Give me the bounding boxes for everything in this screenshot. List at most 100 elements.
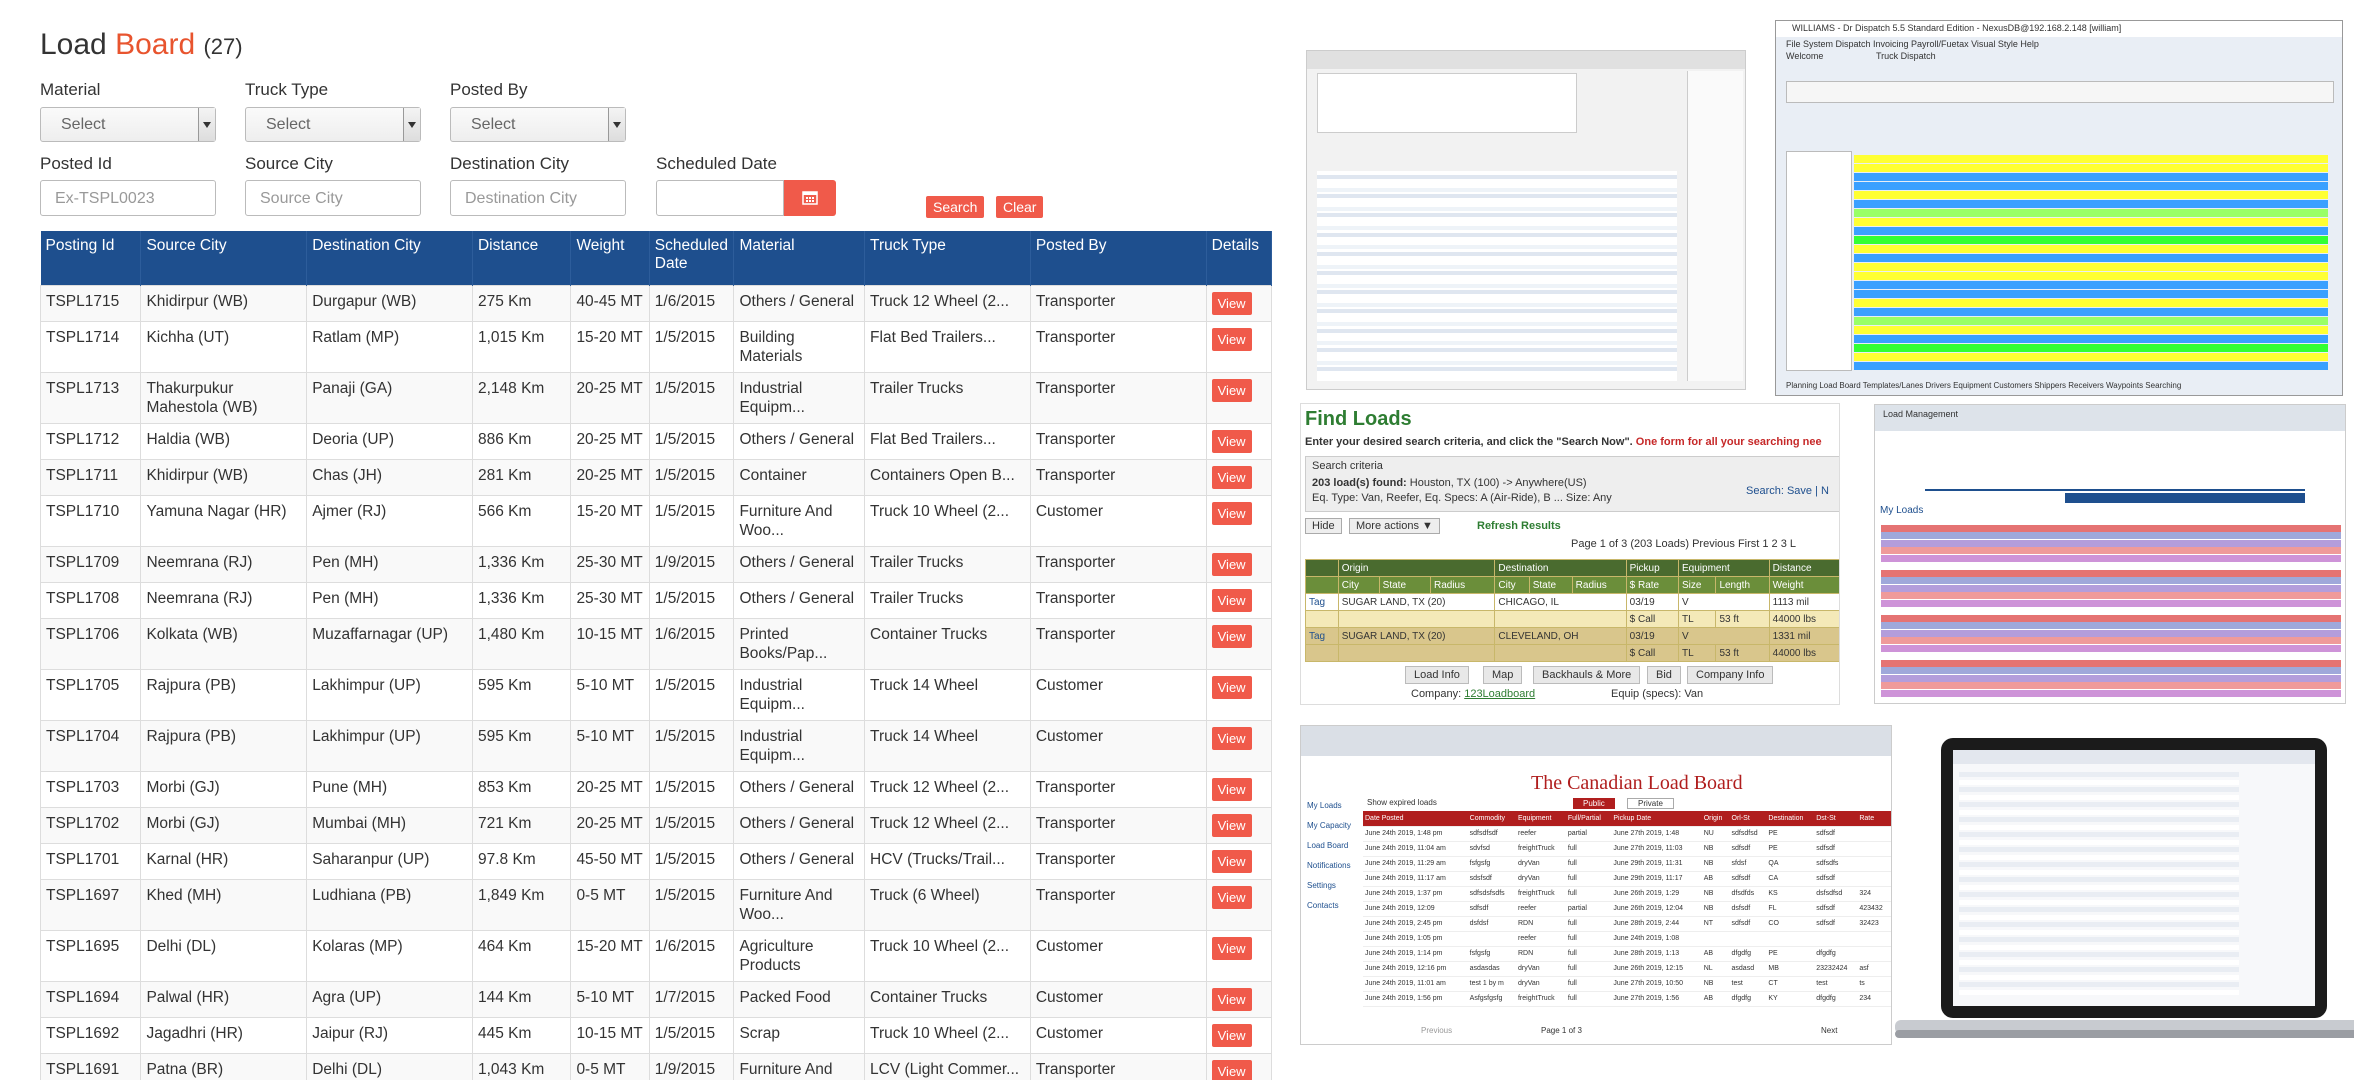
table-row[interactable]: June 24th 2019, 11:29 am fsfgsfg dryVan ful… xyxy=(1363,856,1891,872)
clear-button[interactable]: Clear xyxy=(996,196,1044,218)
table-row[interactable]: June 24th 2019, 11:04 am sdvfsd freightTru… xyxy=(1363,841,1891,857)
table-cell: Morbi (GJ) xyxy=(140,770,308,808)
table-row[interactable]: Tag SUGAR LAND, TX (20) CLEVELAND, OH 03… xyxy=(1305,627,1839,645)
view-button[interactable]: View xyxy=(1211,813,1252,837)
table-cell: Customer xyxy=(1029,980,1207,1018)
view-button[interactable]: View xyxy=(1211,987,1252,1011)
tab-bid[interactable]: Bid xyxy=(1647,666,1681,684)
view-button[interactable]: View xyxy=(1211,849,1252,873)
table-cell: June 28th 2019, 2:44 xyxy=(1611,916,1702,932)
pagination[interactable]: Page 1 of 3 (203 Loads) Previous First 1… xyxy=(1571,538,1796,550)
table-cell: June 24th 2019, 1:56 pm xyxy=(1363,991,1468,1007)
more-actions-button[interactable]: More actions ▼ xyxy=(1349,518,1440,534)
table-cell: Others / General xyxy=(733,284,866,322)
sidebar-item[interactable]: My Loads xyxy=(1307,796,1357,816)
table-row[interactable]: June 24th 2019, 11:01 am test 1 by m dryVa… xyxy=(1363,976,1891,992)
material-select[interactable]: Select xyxy=(40,107,216,142)
menu-bar[interactable]: File System Dispatch Invoicing Payroll/F… xyxy=(1786,39,2039,49)
view-button[interactable]: View xyxy=(1211,291,1252,315)
table-cell: 5-10 MT xyxy=(570,980,650,1018)
view-button[interactable]: View xyxy=(1211,327,1252,351)
table-cell: 275 Km xyxy=(471,284,572,322)
table-cell: full xyxy=(1565,976,1612,992)
view-button[interactable]: View xyxy=(1211,1059,1252,1080)
previous-button[interactable]: Previous xyxy=(1421,1026,1452,1035)
view-button[interactable]: View xyxy=(1211,429,1252,453)
view-button[interactable]: View xyxy=(1211,378,1252,402)
table-cell: Durgapur (WB) xyxy=(306,284,473,322)
sidebar-item[interactable]: My Capacity xyxy=(1307,816,1357,836)
destination-city-input[interactable]: Destination City xyxy=(450,180,626,216)
mini-row xyxy=(1317,277,1677,282)
column-header: City xyxy=(1494,576,1530,594)
table-cell: Transporter xyxy=(1029,806,1207,844)
tab-load-info[interactable]: Load Info xyxy=(1405,666,1469,684)
expired-loads-checkbox[interactable]: Show expired loads xyxy=(1367,798,1437,807)
scheduled-date-input[interactable] xyxy=(656,180,784,216)
table-row[interactable]: June 24th 2019, 1:05 pm reefer full June 24… xyxy=(1363,931,1891,947)
table-cell: dfgdfg xyxy=(1729,991,1767,1007)
tab-company-info[interactable]: Company Info xyxy=(1687,666,1774,684)
tab-truck-dispatch[interactable]: Truck Dispatch xyxy=(1876,51,1936,61)
browser-tab[interactable]: Load Management xyxy=(1883,409,1958,419)
tag-link[interactable]: Tag xyxy=(1305,593,1339,611)
table-row[interactable]: June 24th 2019, 2:45 pm dsfdsf RDN full June… xyxy=(1363,916,1891,932)
refresh-results-link[interactable]: Refresh Results xyxy=(1477,520,1561,532)
sidebar-item[interactable]: Settings xyxy=(1307,876,1357,896)
site-nav[interactable] xyxy=(2065,493,2305,503)
table-row[interactable]: June 24th 2019, 1:48 pm sdfsdfsdf reefer pa… xyxy=(1363,826,1891,842)
posted-id-input[interactable]: Ex-TSPL0023 xyxy=(40,180,216,216)
truck-type-select[interactable]: Select xyxy=(245,107,421,142)
mini-row xyxy=(1881,599,2341,607)
column-header: Material xyxy=(733,231,866,285)
mini-row xyxy=(1959,899,2239,905)
view-button[interactable]: View xyxy=(1211,885,1252,909)
table-row[interactable]: June 24th 2019, 11:17 am sdsfsdf dryVan ful… xyxy=(1363,871,1891,887)
view-button[interactable]: View xyxy=(1211,726,1252,750)
source-city-input[interactable]: Source City xyxy=(245,180,421,216)
column-header: Dst-St xyxy=(1814,811,1858,827)
table-cell: Container xyxy=(733,458,866,496)
table-row[interactable]: June 24th 2019, 1:56 pm Asfgsfgsfg freight… xyxy=(1363,991,1891,1007)
sidebar-item[interactable]: Notifications xyxy=(1307,856,1357,876)
hide-button[interactable]: Hide xyxy=(1305,518,1342,534)
table-cell: TSPL1709 xyxy=(39,545,142,583)
view-button[interactable]: View xyxy=(1211,675,1252,699)
view-button[interactable]: View xyxy=(1211,777,1252,801)
company-link[interactable]: 123Loadboard xyxy=(1464,688,1535,700)
column-header: Size xyxy=(1678,576,1717,594)
save-search-link[interactable]: Search: Save | N xyxy=(1746,485,1829,497)
next-button[interactable]: Next xyxy=(1821,1026,1837,1035)
table-cell: dfgdfg xyxy=(1814,946,1858,962)
calendar-button[interactable] xyxy=(784,180,836,216)
view-button[interactable]: View xyxy=(1211,465,1252,489)
table-cell: sdfsdfsdf xyxy=(1467,826,1516,842)
posted-by-select[interactable]: Select xyxy=(450,107,626,142)
private-button[interactable]: Private xyxy=(1627,798,1674,809)
view-button[interactable]: View xyxy=(1211,588,1252,612)
table-row[interactable]: Tag SUGAR LAND, TX (20) CHICAGO, IL 03/1… xyxy=(1305,593,1839,611)
view-button[interactable]: View xyxy=(1211,624,1252,648)
sidebar-item[interactable]: Load Board xyxy=(1307,836,1357,856)
view-button[interactable]: View xyxy=(1211,936,1252,960)
tab-backhauls[interactable]: Backhauls & More xyxy=(1533,666,1641,684)
tab-welcome[interactable]: Welcome xyxy=(1786,51,1823,61)
table-cell: KY xyxy=(1766,991,1815,1007)
table-row[interactable]: June 24th 2019, 1:37 pm sdfsdsfsdfs freigh… xyxy=(1363,886,1891,902)
sidebar-item[interactable]: Contacts xyxy=(1307,896,1357,916)
public-button[interactable]: Public xyxy=(1573,798,1615,809)
table-cell: freightTruck xyxy=(1515,886,1566,902)
column-header: Destination xyxy=(1766,811,1815,827)
table-row[interactable]: June 24th 2019, 1:14 pm fsfgsfg RDN full Jun… xyxy=(1363,946,1891,962)
view-button[interactable]: View xyxy=(1211,1023,1252,1047)
tab-map[interactable]: Map xyxy=(1483,666,1523,684)
table-cell: Truck 14 Wheel xyxy=(864,668,1031,721)
bottom-tabs[interactable]: Planning Load Board Templates/Lanes Driv… xyxy=(1786,381,2181,390)
table-cell: June 24th 2019, 11:04 am xyxy=(1363,841,1468,857)
table-row[interactable]: June 24th 2019, 12:16 pm asdasdas dryVan fu… xyxy=(1363,961,1891,977)
tag-link[interactable]: Tag xyxy=(1305,627,1339,645)
view-button[interactable]: View xyxy=(1211,501,1252,525)
view-button[interactable]: View xyxy=(1211,552,1252,576)
table-row[interactable]: June 24th 2019, 12:09 sdfsdf reefer partial… xyxy=(1363,901,1891,917)
search-button[interactable]: Search xyxy=(926,196,985,218)
